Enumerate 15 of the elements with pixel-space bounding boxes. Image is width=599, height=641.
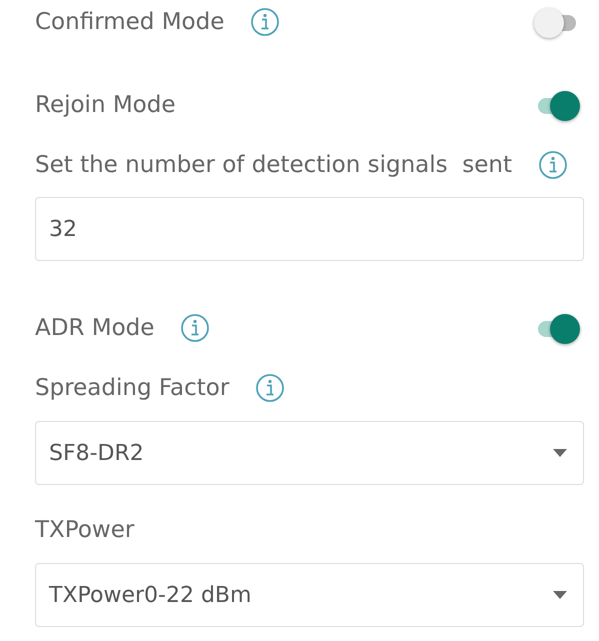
info-icon[interactable] — [250, 7, 280, 37]
input-field[interactable]: 32 — [35, 197, 584, 261]
caret-icon — [553, 449, 567, 457]
dropdown-field[interactable]: TXPower0-22 dBm — [35, 563, 584, 627]
setting-label: Spreading Factor — [35, 375, 230, 401]
setting-label: Set the number of detection signals sent — [35, 152, 512, 178]
caret-icon — [553, 591, 567, 599]
setting-label: Confirmed Mode — [35, 9, 224, 35]
info-icon[interactable] — [538, 150, 568, 180]
info-icon[interactable] — [180, 313, 210, 343]
setting-label: Rejoin Mode — [35, 92, 176, 118]
info-icon[interactable] — [255, 373, 286, 403]
setting-label: ADR Mode — [35, 315, 154, 341]
setting-label: TXPower — [35, 517, 134, 543]
dropdown-field[interactable]: SF8-DR2 — [35, 421, 584, 485]
